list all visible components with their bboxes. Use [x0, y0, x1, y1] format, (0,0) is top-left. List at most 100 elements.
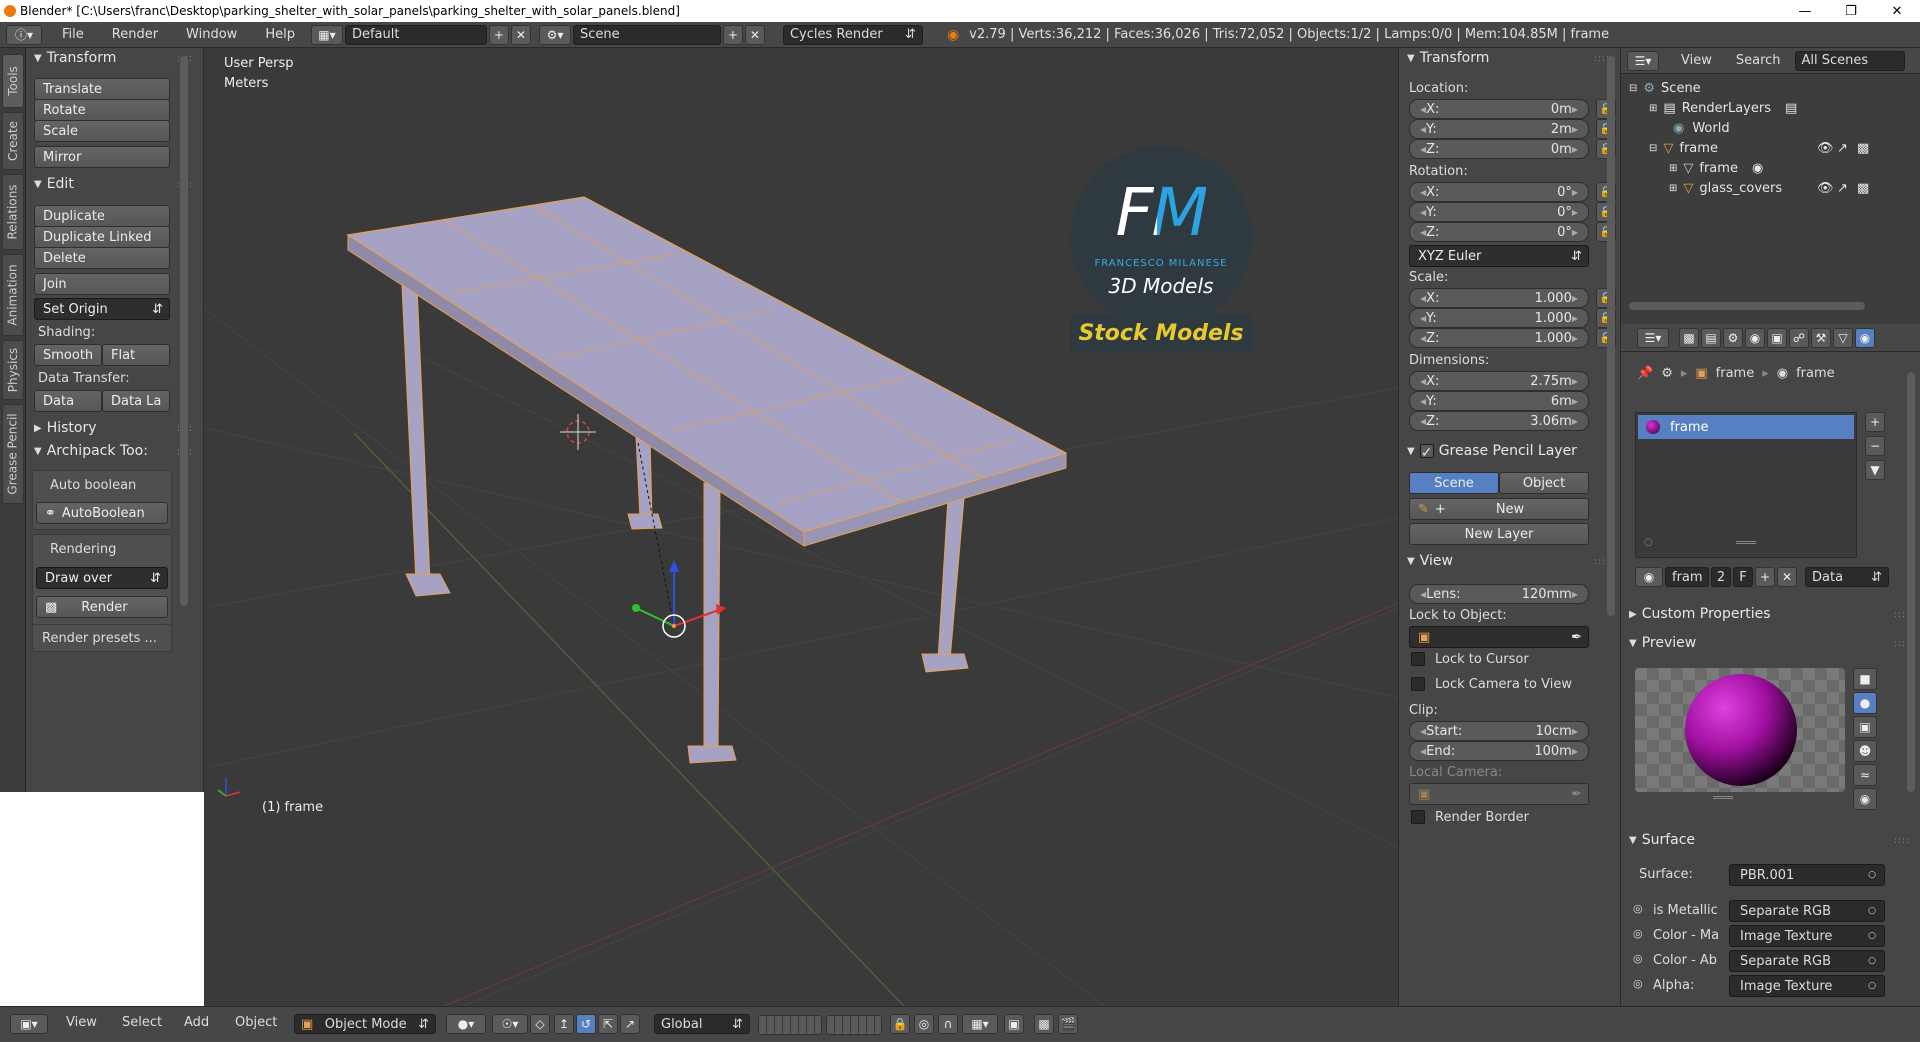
viewport-shading-icon[interactable]: ●▾ [446, 1014, 486, 1034]
outliner-search-menu[interactable]: Search [1736, 53, 1781, 68]
gp-new-button[interactable]: ✎ + New [1409, 498, 1589, 520]
render-border-checkbox[interactable] [1411, 810, 1425, 824]
autoboolean-button[interactable]: ⚭ AutoBoolean [36, 502, 168, 524]
outliner-item-scene[interactable]: ⊟ ⚙ Scene [1621, 78, 1920, 98]
render-presets-label[interactable]: Render presets ... [42, 631, 157, 646]
socket-value-field[interactable]: Separate RGB ○ [1729, 950, 1885, 972]
close-window-button[interactable]: ✕ [1874, 0, 1920, 22]
increment-arrow-icon[interactable]: ▶ [1572, 727, 1578, 736]
maximize-button[interactable]: ❐ [1828, 0, 1874, 22]
outliner-item-frame[interactable]: ⊟ ▽ frame 👁 ↗ ▩ [1621, 138, 1920, 158]
expand-socket-icon[interactable]: ◎ [1633, 902, 1643, 915]
scale-x-field[interactable]: ◀ X: 1.000 ▶ [1409, 288, 1589, 308]
outliner-display-mode[interactable]: All Scenes [1794, 50, 1905, 71]
preview-hair-icon[interactable]: ≈ [1853, 764, 1877, 786]
outliner-item-world[interactable]: ◉ World [1621, 118, 1920, 138]
rotation-mode-dropdown[interactable]: XYZ Euler ⇵ [1409, 245, 1589, 267]
outliner-item-renderlayers[interactable]: ⊞ ▤ RenderLayers ▤ [1621, 98, 1920, 118]
tool-shelf-scrollbar[interactable] [180, 56, 188, 606]
layer-buttons-b[interactable] [826, 1015, 882, 1035]
viewport-object-menu[interactable]: Object [235, 1015, 277, 1030]
socket-value-field[interactable]: Image Texture ○ [1729, 925, 1885, 947]
archipack-panel-header[interactable]: ▼ Archipack Too: [34, 443, 148, 459]
expand-icon[interactable]: ⊞ [1669, 163, 1677, 174]
increment-arrow-icon[interactable]: ▶ [1572, 590, 1578, 599]
dimensions-x-field[interactable]: ◀ X: 2.75m ▶ [1409, 371, 1589, 391]
duplicate-linked-button[interactable]: Duplicate Linked [34, 226, 170, 248]
visibility-eye-icon[interactable]: 👁 [1817, 181, 1834, 196]
snap-target-icon[interactable]: ▣ [1004, 1014, 1024, 1034]
unlink-material-icon[interactable]: ✕ [1777, 567, 1797, 587]
increment-arrow-icon[interactable]: ▶ [1572, 417, 1578, 426]
grease-pencil-header[interactable]: ▼ ✓ Grease Pencil Layer [1407, 443, 1577, 461]
tab-tools[interactable]: Tools [2, 54, 24, 108]
3d-cursor[interactable] [560, 414, 596, 450]
gp-object-toggle[interactable]: Object [1499, 472, 1589, 494]
menu-file[interactable]: File [62, 27, 84, 42]
increment-arrow-icon[interactable]: ▶ [1572, 377, 1578, 386]
new-material-icon[interactable]: + [1755, 567, 1775, 587]
increment-arrow-icon[interactable]: ▶ [1572, 334, 1578, 343]
expand-icon[interactable]: ⊞ [1649, 103, 1657, 114]
eyedropper-icon[interactable]: ✒ [1571, 630, 1582, 645]
collapse-icon[interactable]: ⊟ [1629, 83, 1637, 94]
increment-arrow-icon[interactable]: ▶ [1572, 105, 1578, 114]
duplicate-button[interactable]: Duplicate [34, 205, 170, 227]
socket-value-field[interactable]: Image Texture ○ [1729, 975, 1885, 997]
scale-manipulator-icon[interactable]: ⇱ [598, 1014, 618, 1034]
preview-flat-icon[interactable]: ■ [1853, 668, 1877, 690]
preview-monkey-icon[interactable]: ☻ [1853, 740, 1877, 762]
location-x-field[interactable]: ◀ X: 0m ▶ [1409, 99, 1589, 119]
expand-socket-icon[interactable]: ◎ [1633, 927, 1643, 940]
snap-element-icon[interactable]: ▦▾ [962, 1014, 998, 1034]
modifiers-tab-icon[interactable]: ⚒ [1811, 328, 1831, 348]
increment-arrow-icon[interactable]: ▶ [1572, 208, 1578, 217]
render-camera-icon[interactable]: ▩ [1857, 141, 1869, 156]
increment-arrow-icon[interactable]: ▶ [1572, 125, 1578, 134]
properties-editor-type-icon[interactable]: ☰▾ [1637, 328, 1669, 348]
visibility-eye-icon[interactable]: 👁 [1817, 141, 1834, 156]
render-layers-tab-icon[interactable]: ▤ [1701, 328, 1721, 348]
expand-icon[interactable]: ⊞ [1669, 183, 1677, 194]
viewport-select-menu[interactable]: Select [122, 1015, 162, 1030]
preview-resize-grip-icon[interactable] [1713, 796, 1733, 799]
menu-help[interactable]: Help [265, 27, 295, 42]
location-z-field[interactable]: ◀ Z: 0m ▶ [1409, 139, 1589, 159]
fake-user-toggle[interactable]: F [1733, 567, 1753, 587]
render-camera-icon[interactable]: ▩ [1857, 181, 1869, 196]
transform-orientation-dropdown[interactable]: Global ⇵ [654, 1014, 750, 1034]
lock-to-cursor-checkbox[interactable] [1411, 652, 1425, 666]
interaction-mode-dropdown[interactable]: ▣ Object Mode ⇵ [294, 1014, 436, 1034]
add-scene-icon[interactable]: + [722, 24, 743, 45]
grease-pencil-enable-checkbox[interactable]: ✓ [1419, 444, 1434, 461]
clip-start-field[interactable]: ◀ Start: 10cm ▶ [1409, 721, 1589, 741]
pivot-point-icon[interactable]: ☉▾ [492, 1014, 528, 1034]
rotate-manipulator-icon[interactable]: ↺ [576, 1014, 596, 1034]
preview-cube-icon[interactable]: ▣ [1853, 716, 1877, 738]
view-panel-header[interactable]: ▼ View [1407, 553, 1453, 569]
material-slot-row[interactable]: frame [1638, 415, 1854, 439]
join-button[interactable]: Join [34, 273, 170, 295]
viewport-add-menu[interactable]: Add [184, 1015, 209, 1030]
expand-socket-icon[interactable]: ◎ [1633, 952, 1643, 965]
outliner-scrollbar[interactable] [1629, 302, 1865, 310]
lens-field[interactable]: ◀ Lens: 120mm ▶ [1409, 584, 1589, 604]
eyedropper-icon[interactable]: ✒ [1571, 787, 1582, 802]
lock-layers-icon[interactable]: 🔒 [890, 1014, 910, 1034]
rotation-z-field[interactable]: ◀ Z: 0° ▶ [1409, 222, 1589, 242]
proportional-edit-icon[interactable]: ◎ [914, 1014, 934, 1034]
render-tab-icon[interactable]: ▩ [1679, 328, 1699, 348]
selectable-cursor-icon[interactable]: ↗ [1837, 181, 1848, 196]
lock-object-field[interactable]: ▣ ✒ [1409, 626, 1589, 648]
tab-grease-pencil[interactable]: Grease Pencil [2, 404, 24, 504]
translate-button[interactable]: Translate [34, 78, 170, 100]
slot-specials-icon[interactable]: ▼ [1865, 460, 1885, 480]
menu-render[interactable]: Render [112, 27, 158, 42]
render-button[interactable]: ▩ Render [36, 596, 168, 618]
outliner-editor-type-icon[interactable]: ☰▾ [1627, 50, 1659, 71]
history-panel-header[interactable]: ▶ History [34, 420, 97, 436]
n-transform-header[interactable]: ▼ Transform [1407, 50, 1489, 66]
dimensions-y-field[interactable]: ◀ Y: 6m ▶ [1409, 391, 1589, 411]
tab-physics[interactable]: Physics [2, 340, 24, 400]
material-users-count[interactable]: 2 [1711, 567, 1731, 587]
